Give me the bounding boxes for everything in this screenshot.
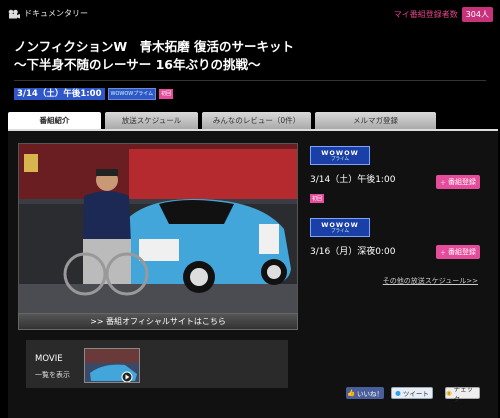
schedule-item-2: WOWOW プライム 3/16（月）深夜0:00 ＋ 番組登録 xyxy=(310,218,490,259)
category: ドキュメンタリー xyxy=(8,8,88,19)
register-button[interactable]: ＋ 番組登録 xyxy=(435,245,480,259)
airdate-line: 3/14（土）午後1:00 WOWOWプライム 初回 xyxy=(14,88,174,100)
schedule-item-1: WOWOW プライム 3/14（土）午後1:00 ＋ 番組登録 初回 xyxy=(310,146,490,206)
tab-bar: 番組紹介 放送スケジュール みんなのレビュー（0件） メルマガ登録 xyxy=(8,112,498,129)
wowow-prime-logo: WOWOW プライム xyxy=(310,218,370,237)
other-schedule-link[interactable]: その他の放送スケジュール>> xyxy=(383,276,478,286)
first-air-badge: 初回 xyxy=(310,194,325,203)
tab-newsletter[interactable]: メルマガ登録 xyxy=(315,112,436,129)
category-label: ドキュメンタリー xyxy=(24,9,88,18)
program-photo[interactable] xyxy=(18,143,298,315)
program-title: ノンフィクションW 青木拓磨 復活のサーキット 〜下半身不随のレーサー 16年ぶ… xyxy=(14,38,494,74)
wowow-prime-logo: WOWOW プライム xyxy=(310,146,370,165)
tab-reviews[interactable]: みんなのレビュー（0件） xyxy=(202,112,311,129)
tab-schedule[interactable]: 放送スケジュール xyxy=(105,112,198,129)
facebook-like-button[interactable]: 👍 いいね！ xyxy=(346,387,384,399)
tweet-button[interactable]: ● ツイート xyxy=(391,387,433,399)
movie-title: MOVIE xyxy=(35,354,63,364)
thumbs-up-icon: 👍 xyxy=(346,389,356,397)
plus-icon: ＋ xyxy=(439,249,446,257)
program-title-line1: ノンフィクションW 青木拓磨 復活のサーキット xyxy=(14,39,295,54)
top-bar: ドキュメンタリー マイ番組登録者数 304人 xyxy=(0,0,500,26)
film-camera-icon xyxy=(8,9,20,19)
first-air-badge: 初回 xyxy=(159,89,174,99)
official-site-link[interactable]: >> 番組オフィシャルサイトはこちら xyxy=(18,313,298,330)
movie-section: MOVIE 一覧を表示 xyxy=(26,340,288,388)
movie-list-link[interactable]: 一覧を表示 xyxy=(35,370,70,380)
registrant-count-badge: 304人 xyxy=(461,7,493,22)
check-icon: ◉ xyxy=(446,389,452,397)
registrant-count: マイ番組登録者数 304人 xyxy=(394,7,493,22)
program-title-line2: 〜下半身不随のレーサー 16年ぶりの挑戦〜 xyxy=(14,57,261,72)
tab-program-intro[interactable]: 番組紹介 xyxy=(8,112,101,129)
airdate: 3/14（土）午後1:00 xyxy=(14,88,105,100)
twitter-bird-icon: ● xyxy=(395,389,401,397)
mixi-check-button[interactable]: ◉ チェック xyxy=(445,385,480,403)
register-button[interactable]: ＋ 番組登録 xyxy=(435,175,480,189)
divider xyxy=(14,80,486,81)
registrant-count-label: マイ番組登録者数 xyxy=(393,10,458,19)
channel-badge: WOWOWプライム xyxy=(107,88,157,100)
movie-thumbnail[interactable] xyxy=(84,348,140,383)
plus-icon: ＋ xyxy=(439,179,446,187)
